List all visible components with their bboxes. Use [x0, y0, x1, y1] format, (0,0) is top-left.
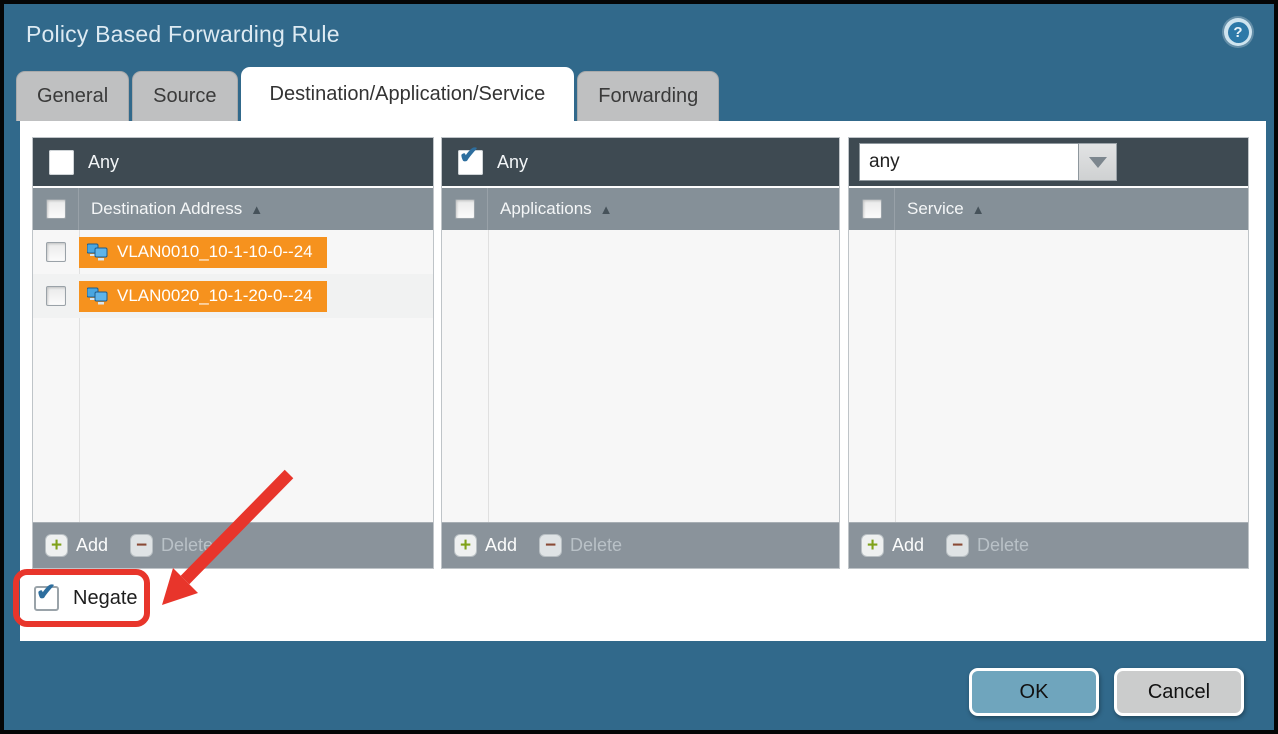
service-toolbar: + Add − Delete [849, 522, 1248, 568]
plus-icon: + [45, 534, 68, 557]
negate-checkbox[interactable]: ✔ [34, 586, 59, 611]
negate-label: Negate [73, 587, 138, 610]
row-checkbox[interactable] [46, 286, 66, 306]
row-checkbox[interactable] [46, 242, 66, 262]
destination-address-name: VLAN0010_10-1-10-0--24 [117, 242, 313, 262]
service-add-button[interactable]: + Add [861, 534, 924, 557]
network-icon [87, 243, 109, 262]
destination-add-button[interactable]: + Add [45, 534, 108, 557]
check-icon: ✔ [36, 581, 56, 605]
destination-list: VLAN0010_10-1-10-0--24 VLAN0020_10-1-20-… [33, 230, 433, 522]
minus-icon: − [539, 534, 562, 557]
chevron-down-icon [1089, 157, 1107, 168]
dropdown-button[interactable] [1079, 143, 1117, 181]
applications-any-checkbox[interactable]: ✔ [458, 150, 483, 175]
destination-delete-button[interactable]: − Delete [130, 534, 213, 557]
destination-address-entry[interactable]: VLAN0010_10-1-10-0--24 [79, 237, 327, 268]
service-column-header: Service ▲ [849, 186, 1248, 230]
service-dropdown[interactable]: any [859, 143, 1117, 181]
dialog-title: Policy Based Forwarding Rule [26, 21, 340, 48]
minus-icon: − [946, 534, 969, 557]
destination-select-all-checkbox[interactable] [46, 199, 66, 219]
destination-toolbar: + Add − Delete [33, 522, 433, 568]
applications-toolbar: + Add − Delete [442, 522, 839, 568]
applications-select-all-checkbox[interactable] [455, 199, 475, 219]
destination-any-bar: Any [33, 138, 433, 186]
applications-column-header: Applications ▲ [442, 186, 839, 230]
applications-any-bar: ✔ Any [442, 138, 839, 186]
cancel-button[interactable]: Cancel [1114, 668, 1244, 716]
tab-source[interactable]: Source [132, 71, 237, 121]
minus-icon: − [130, 534, 153, 557]
service-column-label[interactable]: Service ▲ [895, 199, 985, 219]
destination-column-header: Destination Address ▲ [33, 186, 433, 230]
question-mark-icon: ? [1228, 22, 1249, 43]
tab-bar: General Source Destination/Application/S… [16, 71, 722, 121]
policy-based-forwarding-dialog: Policy Based Forwarding Rule ? General S… [0, 0, 1278, 734]
network-icon [87, 287, 109, 306]
plus-icon: + [861, 534, 884, 557]
applications-list [442, 230, 839, 522]
applications-column-label[interactable]: Applications ▲ [488, 199, 613, 219]
sort-ascending-icon: ▲ [250, 202, 263, 217]
applications-delete-button[interactable]: − Delete [539, 534, 622, 557]
negate-row: ✔ Negate [34, 586, 138, 611]
table-row: VLAN0020_10-1-20-0--24 [33, 274, 433, 318]
destination-column-label[interactable]: Destination Address ▲ [79, 199, 263, 219]
service-panel: any Service ▲ + Add [848, 137, 1249, 569]
applications-add-button[interactable]: + Add [454, 534, 517, 557]
service-dropdown-bar: any [849, 138, 1248, 186]
destination-address-entry[interactable]: VLAN0020_10-1-20-0--24 [79, 281, 327, 312]
applications-panel: ✔ Any Applications ▲ + Add − [441, 137, 840, 569]
tab-destination-application-service[interactable]: Destination/Application/Service [241, 67, 575, 121]
check-icon: ✔ [459, 144, 479, 168]
service-dropdown-value: any [859, 143, 1079, 181]
service-select-all-checkbox[interactable] [862, 199, 882, 219]
destination-address-panel: Any Destination Address ▲ [32, 137, 434, 569]
sort-ascending-icon: ▲ [600, 202, 613, 217]
tab-content: Any Destination Address ▲ [20, 121, 1266, 641]
service-delete-button[interactable]: − Delete [946, 534, 1029, 557]
sort-ascending-icon: ▲ [972, 202, 985, 217]
tab-general[interactable]: General [16, 71, 129, 121]
ok-button[interactable]: OK [969, 668, 1099, 716]
tab-forwarding[interactable]: Forwarding [577, 71, 719, 121]
table-row: VLAN0010_10-1-10-0--24 [33, 230, 433, 274]
service-list [849, 230, 1248, 522]
destination-address-name: VLAN0020_10-1-20-0--24 [117, 286, 313, 306]
help-icon[interactable]: ? [1224, 18, 1252, 46]
plus-icon: + [454, 534, 477, 557]
destination-any-checkbox[interactable] [49, 150, 74, 175]
applications-any-label: Any [497, 152, 528, 173]
destination-any-label: Any [88, 152, 119, 173]
